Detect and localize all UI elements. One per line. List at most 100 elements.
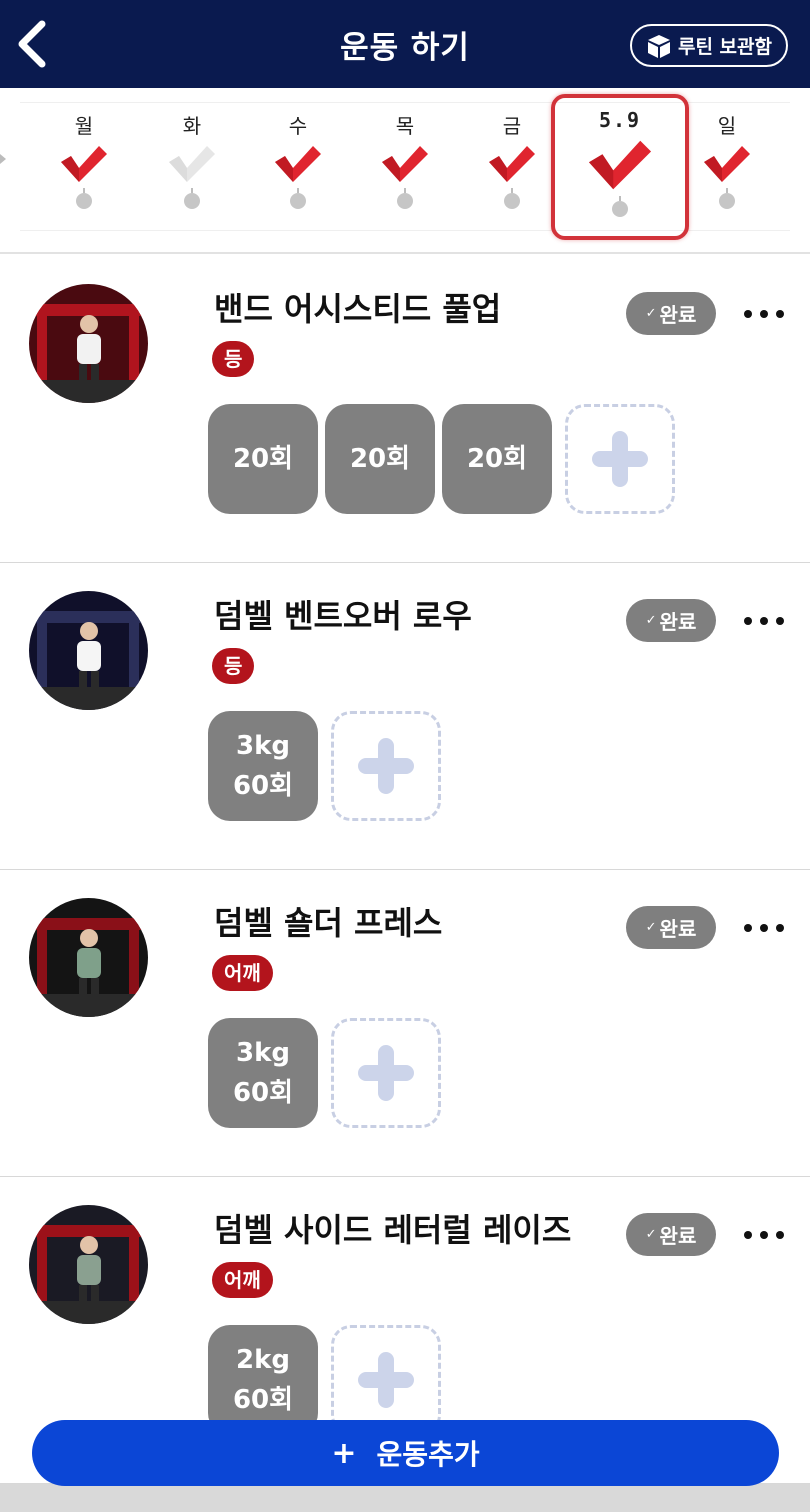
exercise-name: 덤벨 숄더 프레스 (214, 904, 443, 942)
apple-icon (290, 188, 306, 209)
set-line2: 60회 (232, 1078, 294, 1108)
routine-storage-label: 루틴 보관함 (677, 36, 772, 58)
exercise-photo (29, 898, 148, 1017)
apple-icon (504, 188, 520, 209)
day-label: 수 (288, 114, 308, 138)
add-set-button[interactable] (331, 711, 441, 821)
check-empty-icon (169, 146, 215, 182)
dot-icon (744, 617, 752, 625)
plus-icon: + (331, 1435, 357, 1471)
more-options-button[interactable] (744, 1225, 784, 1245)
body-part-tag: 등 (212, 648, 255, 684)
day-2[interactable]: 수 (258, 102, 338, 226)
apple-icon (397, 188, 413, 209)
complete-button[interactable]: ✓ 완료 (626, 599, 716, 642)
day-label: 금 (502, 114, 522, 138)
dot-icon (744, 1231, 752, 1239)
sets-row: 20회 20회 20회 (208, 404, 675, 514)
check-icon (275, 146, 321, 182)
exercise-card[interactable]: 밴드 어시스티드 풀업등 ✓ 완료 20회 20회 20회 (0, 256, 810, 564)
set-box[interactable]: 20회 (325, 404, 435, 514)
dot-icon (760, 310, 768, 318)
add-set-button[interactable] (331, 1018, 441, 1128)
set-line1: 3kg (236, 731, 290, 761)
day-label: 월 (74, 114, 94, 138)
body-part-tag: 어깨 (212, 1262, 273, 1298)
plus-icon (592, 431, 648, 487)
add-exercise-button[interactable]: + 운동추가 (32, 1420, 779, 1486)
plus-icon (358, 1352, 414, 1408)
exercise-name: 덤벨 벤트오버 로우 (214, 597, 472, 635)
complete-label: 완료 (659, 303, 697, 327)
set-box[interactable]: 20회 (208, 404, 318, 514)
day-label: 화 (182, 114, 202, 138)
exercise-photo (29, 284, 148, 403)
set-box[interactable]: 20회 (442, 404, 552, 514)
check-small-icon: ✓ (645, 920, 657, 935)
check-small-icon: ✓ (645, 1227, 657, 1242)
check-icon (489, 146, 535, 182)
check-icon (704, 146, 750, 182)
partial-apple-icon (0, 154, 6, 164)
sets-row: 3kg 60회 (208, 711, 441, 821)
day-5[interactable]: 5.9 (551, 94, 689, 240)
add-set-button[interactable] (331, 1325, 441, 1435)
apple-icon (719, 188, 735, 209)
check-small-icon: ✓ (645, 306, 657, 321)
add-set-button[interactable] (565, 404, 675, 514)
exercise-thumbnail[interactable] (29, 591, 148, 710)
exercise-name: 밴드 어시스티드 풀업 (214, 290, 502, 328)
dot-icon (776, 924, 784, 932)
exercise-thumbnail[interactable] (29, 898, 148, 1017)
day-label: 목 (395, 114, 415, 138)
set-box[interactable]: 2kg 60회 (208, 1325, 318, 1435)
app-header: 운동 하기 루틴 보관함 (0, 0, 810, 88)
exercise-thumbnail[interactable] (29, 1205, 148, 1324)
more-options-button[interactable] (744, 918, 784, 938)
body-part-tag: 등 (212, 341, 255, 377)
more-options-button[interactable] (744, 611, 784, 631)
dot-icon (776, 310, 784, 318)
complete-button[interactable]: ✓ 완료 (626, 292, 716, 335)
complete-label: 완료 (659, 610, 697, 634)
add-exercise-label: 운동추가 (376, 1438, 480, 1471)
set-line1: 3kg (236, 1038, 290, 1068)
set-line1: 20회 (466, 444, 528, 474)
dot-icon (760, 1231, 768, 1239)
set-line2: 60회 (232, 1385, 294, 1415)
apple-icon (184, 188, 200, 209)
complete-button[interactable]: ✓ 완료 (626, 1213, 716, 1256)
exercise-card[interactable]: 덤벨 숄더 프레스 어깨 ✓ 완료 3kg 60회 (0, 870, 810, 1178)
day-6[interactable]: 일 (687, 102, 767, 226)
day-0[interactable]: 월 (44, 102, 124, 226)
exercise-thumbnail[interactable] (29, 284, 148, 403)
day-1[interactable]: 화 (152, 102, 232, 226)
more-options-button[interactable] (744, 304, 784, 324)
apple-icon (612, 196, 628, 217)
set-line2: 60회 (232, 771, 294, 801)
set-line1: 20회 (349, 444, 411, 474)
day-4[interactable]: 금 (472, 102, 552, 226)
complete-button[interactable]: ✓ 완료 (626, 906, 716, 949)
dot-icon (744, 310, 752, 318)
exercise-card[interactable]: 덤벨 벤트오버 로우 등 ✓ 완료 3kg 60회 (0, 563, 810, 871)
routine-storage-button[interactable]: 루틴 보관함 (630, 24, 788, 67)
apple-icon (76, 188, 92, 209)
exercise-photo (29, 1205, 148, 1324)
set-line1: 20회 (232, 444, 294, 474)
complete-label: 완료 (659, 917, 697, 941)
complete-label: 완료 (659, 1224, 697, 1248)
dot-icon (760, 617, 768, 625)
day-3[interactable]: 목 (365, 102, 445, 226)
bottom-system-bar (0, 1484, 810, 1512)
dot-icon (744, 924, 752, 932)
set-box[interactable]: 3kg 60회 (208, 711, 318, 821)
check-icon (588, 140, 652, 190)
dot-icon (776, 1231, 784, 1239)
sets-row: 3kg 60회 (208, 1018, 441, 1128)
check-icon (61, 146, 107, 182)
set-box[interactable]: 3kg 60회 (208, 1018, 318, 1128)
body-part-tag: 어깨 (212, 955, 273, 991)
day-label: 5.9 (598, 108, 642, 132)
sets-row: 2kg 60회 (208, 1325, 441, 1435)
